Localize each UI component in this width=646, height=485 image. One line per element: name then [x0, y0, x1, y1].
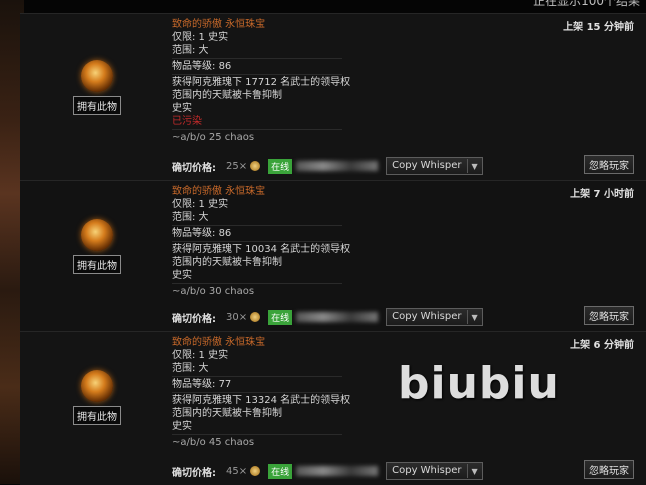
item-limit: 仅限: 1 史实 [172, 32, 229, 43]
online-badge: 在线 [268, 158, 293, 174]
copy-whisper-button[interactable]: Copy Whisper ▼ [386, 157, 483, 175]
price-bar: 确切价格: 30× 在线 Copy Whisper ▼ [172, 308, 483, 326]
seller-name-blurred [296, 312, 379, 322]
item-details: 致命的骄傲 永恒珠宝 仅限: 1 史实 范围: 大 物品等级: 86 获得阿克雅… [172, 18, 492, 144]
item-name[interactable]: 致命的骄傲 永恒珠宝 [172, 18, 492, 31]
item-icon-block: 拥有此物 [72, 219, 122, 274]
divider [172, 74, 342, 75]
item-level: 物品等级: 86 [172, 228, 232, 239]
price-label: 确切价格: [172, 162, 216, 174]
ignore-player-button[interactable]: 忽略玩家 [584, 155, 634, 174]
buyout-note: ~a/b/o 30 chaos [172, 286, 255, 297]
price-label: 确切价格: [172, 313, 216, 325]
dropdown-arrow-icon[interactable]: ▼ [468, 467, 482, 476]
divider [172, 376, 342, 377]
item-range: 范围: 大 [172, 212, 209, 223]
chaos-orb-icon [250, 161, 261, 171]
copy-whisper-label[interactable]: Copy Whisper [387, 310, 468, 324]
price-label: 确切价格: [172, 467, 216, 479]
item-level: 物品等级: 86 [172, 61, 232, 72]
ignore-player-button[interactable]: 忽略玩家 [584, 306, 634, 325]
jewel-icon[interactable] [81, 370, 113, 402]
item-details: 致命的骄傲 永恒珠宝 仅限: 1 史实 范围: 大 物品等级: 86 获得阿克雅… [172, 185, 492, 298]
jewel-icon[interactable] [81, 219, 113, 251]
buyout-note: ~a/b/o 45 chaos [172, 437, 255, 448]
divider [172, 58, 342, 59]
divider [172, 129, 342, 130]
item-icon-block: 拥有此物 [72, 60, 122, 115]
item-icon-block: 拥有此物 [72, 370, 122, 425]
posted-time: 上架 7 小时前 [570, 189, 634, 200]
listing-row: 拥有此物 致命的骄傲 永恒珠宝 仅限: 1 史实 范围: 大 物品等级: 86 … [20, 180, 646, 331]
item-mod: 范围内的天赋被卡鲁抑制 [172, 257, 282, 268]
divider [172, 283, 342, 284]
price-value: 30× [226, 311, 248, 323]
copy-whisper-button[interactable]: Copy Whisper ▼ [386, 462, 483, 480]
divider [172, 434, 342, 435]
copy-whisper-label[interactable]: Copy Whisper [387, 159, 468, 173]
item-mod: 史实 [172, 103, 192, 114]
owned-badge: 拥有此物 [73, 255, 121, 274]
item-mod: 史实 [172, 270, 192, 281]
owned-badge: 拥有此物 [73, 406, 121, 425]
chaos-orb-icon [250, 312, 261, 322]
online-badge: 在线 [268, 309, 293, 325]
listing-row: 拥有此物 致命的骄傲 永恒珠宝 仅限: 1 史实 范围: 大 物品等级: 86 … [20, 13, 646, 180]
posted-time: 上架 6 分钟前 [570, 340, 634, 351]
price-value: 25× [226, 160, 248, 172]
dropdown-arrow-icon[interactable]: ▼ [468, 313, 482, 322]
item-name[interactable]: 致命的骄傲 永恒珠宝 [172, 185, 492, 198]
jewel-icon[interactable] [81, 60, 113, 92]
item-mod: 史实 [172, 421, 192, 432]
chaos-orb-icon [250, 466, 261, 476]
ignore-player-button[interactable]: 忽略玩家 [584, 460, 634, 479]
divider [172, 241, 342, 242]
item-mod: 范围内的天赋被卡鲁抑制 [172, 90, 282, 101]
buyout-note: ~a/b/o 25 chaos [172, 132, 255, 143]
item-mod: 获得阿克雅瑰下 17712 名武士的领导权 [172, 77, 351, 88]
divider [172, 392, 342, 393]
item-mod: 获得阿克雅瑰下 10034 名武士的领导权 [172, 244, 351, 255]
seller-name-blurred [296, 161, 379, 171]
divider [172, 225, 342, 226]
seller-name-blurred [296, 466, 379, 476]
item-range: 范围: 大 [172, 45, 209, 56]
online-badge: 在线 [268, 463, 293, 479]
copy-whisper-label[interactable]: Copy Whisper [387, 464, 468, 478]
item-name[interactable]: 致命的骄傲 永恒珠宝 [172, 336, 492, 349]
results-count: 正在显示100个结果 [533, 0, 640, 8]
price-bar: 确切价格: 25× 在线 Copy Whisper ▼ [172, 157, 483, 175]
dropdown-arrow-icon[interactable]: ▼ [468, 162, 482, 171]
price-bar: 确切价格: 45× 在线 Copy Whisper ▼ [172, 462, 483, 480]
item-limit: 仅限: 1 史实 [172, 199, 229, 210]
owned-badge: 拥有此物 [73, 96, 121, 115]
price-value: 45× [226, 465, 248, 477]
corrupted-status: 已污染 [172, 116, 202, 127]
watermark: biubiu [398, 358, 560, 409]
copy-whisper-button[interactable]: Copy Whisper ▼ [386, 308, 483, 326]
posted-time: 上架 15 分钟前 [563, 22, 634, 33]
